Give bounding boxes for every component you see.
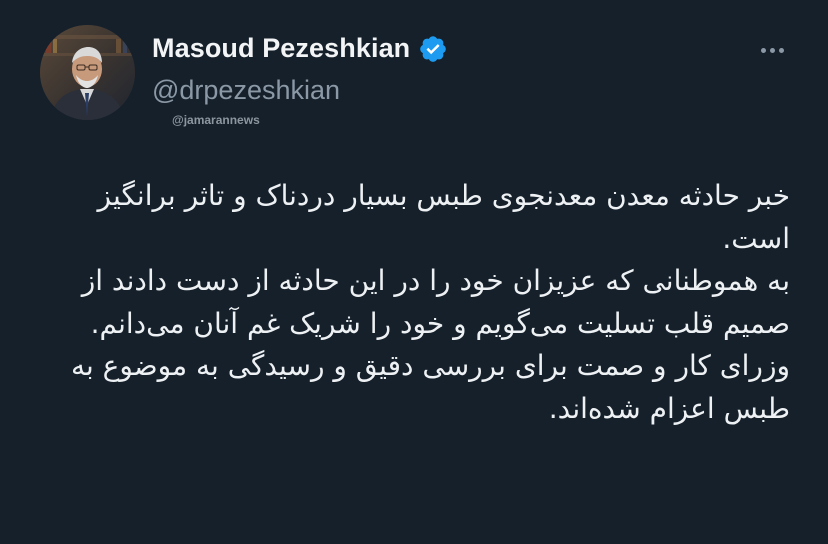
tweet-card: Masoud Pezeshkian @drpezeshkian @jamaran…: [0, 0, 828, 544]
author-handle[interactable]: @drpezeshkian: [152, 75, 340, 106]
verified-badge-icon: [420, 35, 447, 62]
avatar-photo: [40, 25, 135, 120]
tweet-text: خبر حادثه معدن معدنجوی طبس بسیار دردناک …: [30, 175, 790, 430]
more-dot: [778, 47, 784, 53]
watermark-text: @jamarannews: [172, 113, 260, 127]
more-dot: [760, 47, 766, 53]
more-dot: [769, 47, 775, 53]
tweet-paragraph: وزرای کار و صمت برای بررسی دقیق و رسیدگی…: [70, 349, 790, 425]
author-display-name[interactable]: Masoud Pezeshkian: [152, 33, 410, 64]
tweet-paragraph: به هموطنانی که عزیزان خود را در این حادث…: [81, 264, 790, 340]
more-options-icon[interactable]: [752, 38, 792, 62]
author-name-row: Masoud Pezeshkian: [152, 33, 448, 64]
tweet-paragraph: خبر حادثه معدن معدنجوی طبس بسیار دردناک …: [97, 179, 790, 255]
avatar[interactable]: [40, 25, 135, 120]
